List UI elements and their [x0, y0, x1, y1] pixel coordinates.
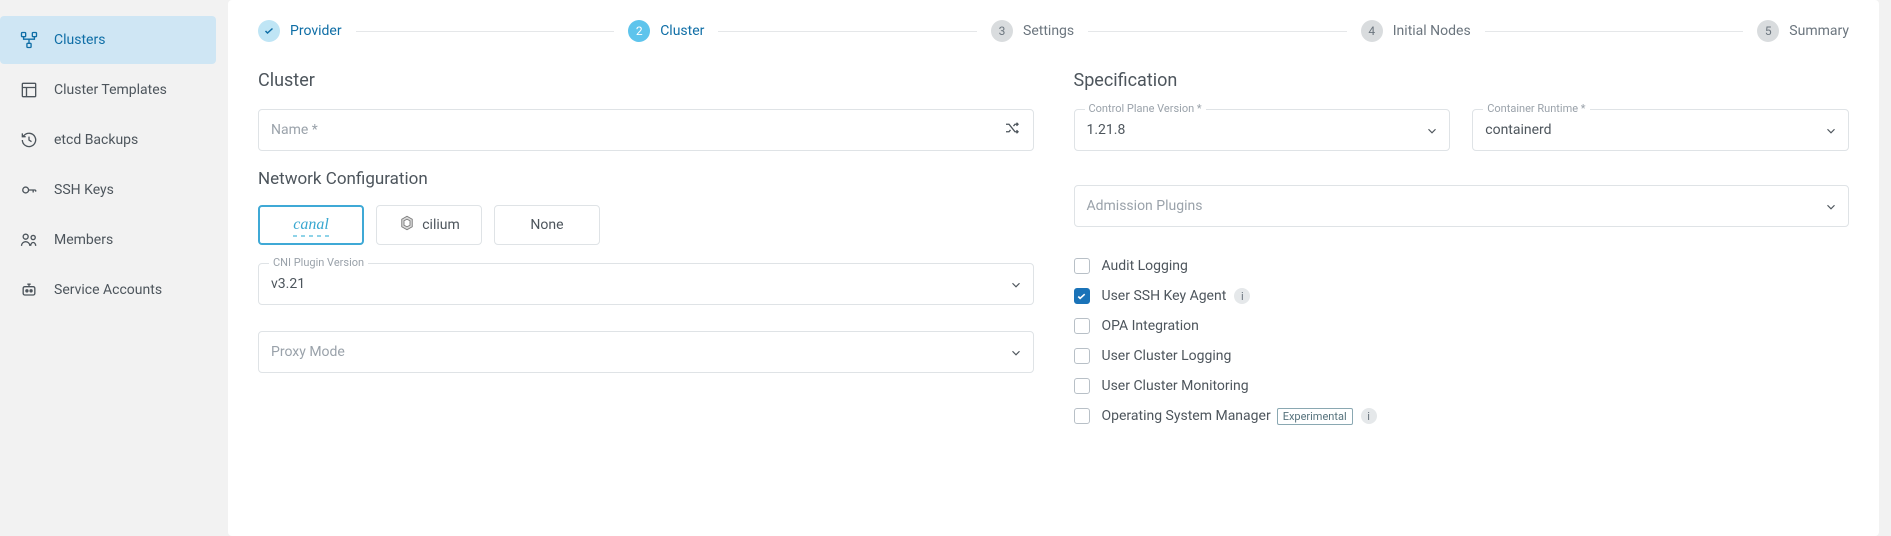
clusters-icon — [18, 29, 40, 51]
checkbox-icon — [1074, 258, 1090, 274]
step-number: 5 — [1757, 20, 1779, 42]
service-accounts-icon — [18, 279, 40, 301]
sidebar-item-etcd-backups[interactable]: etcd Backups — [0, 116, 216, 164]
shuffle-icon[interactable] — [1003, 119, 1021, 141]
checkbox-label: OPA Integration — [1102, 318, 1199, 334]
info-icon[interactable]: i — [1361, 408, 1377, 424]
checkbox-label: User SSH Key Agent i — [1102, 288, 1251, 304]
sidebar: Clusters Cluster Templates etcd Backups — [0, 0, 216, 536]
experimental-badge: Experimental — [1277, 408, 1353, 425]
section-title-cluster: Cluster — [258, 70, 1034, 91]
checkbox-user-cluster-logging[interactable]: User Cluster Logging — [1074, 341, 1850, 371]
step-label: Summary — [1789, 23, 1849, 39]
field-value: containerd — [1485, 122, 1824, 138]
sidebar-item-label: Cluster Templates — [54, 82, 167, 98]
sidebar-item-clusters[interactable]: Clusters — [0, 16, 216, 64]
step-label: Provider — [290, 23, 342, 39]
step-number: 4 — [1361, 20, 1383, 42]
checkbox-audit-logging[interactable]: Audit Logging — [1074, 251, 1850, 281]
field-value: 1.21.8 — [1087, 122, 1426, 138]
input-placeholder: Admission Plugins — [1087, 198, 1825, 214]
cni-option-cilium[interactable]: cilium — [376, 205, 482, 245]
sidebar-item-label: Members — [54, 232, 113, 248]
main-panel: Provider 2 Cluster 3 Settings 4 Initial … — [228, 0, 1879, 536]
field-label: Control Plane Version * — [1085, 102, 1206, 115]
section-title-spec: Specification — [1074, 70, 1850, 91]
step-divider — [1088, 31, 1347, 32]
step-number: 2 — [628, 20, 650, 42]
checkbox-user-ssh-key-agent[interactable]: User SSH Key Agent i — [1074, 281, 1850, 311]
checkbox-label: Operating System Manager Experimental i — [1102, 408, 1377, 425]
backup-icon — [18, 129, 40, 151]
control-plane-version-select[interactable]: Control Plane Version * 1.21.8 — [1074, 109, 1451, 151]
checkbox-label: Audit Logging — [1102, 258, 1188, 274]
sidebar-item-label: etcd Backups — [54, 132, 138, 148]
container-runtime-select[interactable]: Container Runtime * containerd — [1472, 109, 1849, 151]
key-icon — [18, 179, 40, 201]
step-divider — [718, 31, 977, 32]
step-label: Initial Nodes — [1393, 23, 1471, 39]
step-summary[interactable]: 5 Summary — [1757, 20, 1849, 42]
step-divider — [356, 31, 615, 32]
step-provider[interactable]: Provider — [258, 20, 342, 42]
checkbox-operating-system-manager[interactable]: Operating System Manager Experimental i — [1074, 401, 1850, 431]
canal-logo: canal — [293, 216, 329, 234]
sidebar-item-cluster-templates[interactable]: Cluster Templates — [0, 66, 216, 114]
sidebar-item-service-accounts[interactable]: Service Accounts — [0, 266, 216, 314]
field-label: CNI Plugin Version — [269, 256, 368, 269]
admission-plugins-select[interactable]: Admission Plugins — [1074, 185, 1850, 227]
chevron-down-icon — [1425, 124, 1437, 136]
cluster-name-input[interactable]: Name * — [258, 109, 1034, 151]
sidebar-item-label: Clusters — [54, 32, 105, 48]
cni-plugin-version-select[interactable]: CNI Plugin Version v3.21 — [258, 263, 1034, 305]
sidebar-item-ssh-keys[interactable]: SSH Keys — [0, 166, 216, 214]
field-label: Container Runtime * — [1483, 102, 1589, 115]
step-label: Settings — [1023, 23, 1074, 39]
proxy-mode-select[interactable]: Proxy Mode — [258, 331, 1034, 373]
step-initial-nodes[interactable]: 4 Initial Nodes — [1361, 20, 1471, 42]
cni-option-canal[interactable]: canal — [258, 205, 364, 245]
section-title-network: Network Configuration — [258, 169, 1034, 189]
right-column: Specification Control Plane Version * 1.… — [1074, 70, 1850, 431]
input-placeholder: Proxy Mode — [271, 344, 1009, 360]
cilium-icon — [398, 214, 416, 236]
sidebar-item-members[interactable]: Members — [0, 216, 216, 264]
sidebar-item-label: SSH Keys — [54, 182, 114, 198]
check-icon — [258, 20, 280, 42]
sidebar-item-label: Service Accounts — [54, 282, 162, 298]
members-icon — [18, 229, 40, 251]
checkbox-user-cluster-monitoring[interactable]: User Cluster Monitoring — [1074, 371, 1850, 401]
cni-option-none[interactable]: None — [494, 205, 600, 245]
step-settings[interactable]: 3 Settings — [991, 20, 1074, 42]
checkbox-opa-integration[interactable]: OPA Integration — [1074, 311, 1850, 341]
step-label: Cluster — [660, 23, 704, 39]
field-value: v3.21 — [271, 276, 1009, 292]
input-placeholder: Name * — [271, 122, 1003, 138]
checkbox-icon — [1074, 348, 1090, 364]
checkbox-icon — [1074, 408, 1090, 424]
checkbox-label: User Cluster Logging — [1102, 348, 1232, 364]
left-column: Cluster Name * Network Configuration can… — [258, 70, 1034, 431]
chevron-down-icon — [1009, 278, 1021, 290]
step-divider — [1485, 31, 1744, 32]
step-cluster[interactable]: 2 Cluster — [628, 20, 704, 42]
chevron-down-icon — [1824, 200, 1836, 212]
checkbox-label: User Cluster Monitoring — [1102, 378, 1249, 394]
checkbox-icon — [1074, 378, 1090, 394]
template-icon — [18, 79, 40, 101]
cni-plugin-options: canal cilium None — [258, 205, 1034, 245]
chevron-down-icon — [1009, 346, 1021, 358]
info-icon[interactable]: i — [1234, 288, 1250, 304]
checkbox-icon — [1074, 288, 1090, 304]
chevron-down-icon — [1824, 124, 1836, 136]
checkbox-icon — [1074, 318, 1090, 334]
cni-option-label: None — [530, 217, 563, 233]
cni-option-label: cilium — [422, 217, 460, 233]
wizard-stepper: Provider 2 Cluster 3 Settings 4 Initial … — [258, 20, 1849, 42]
step-number: 3 — [991, 20, 1013, 42]
